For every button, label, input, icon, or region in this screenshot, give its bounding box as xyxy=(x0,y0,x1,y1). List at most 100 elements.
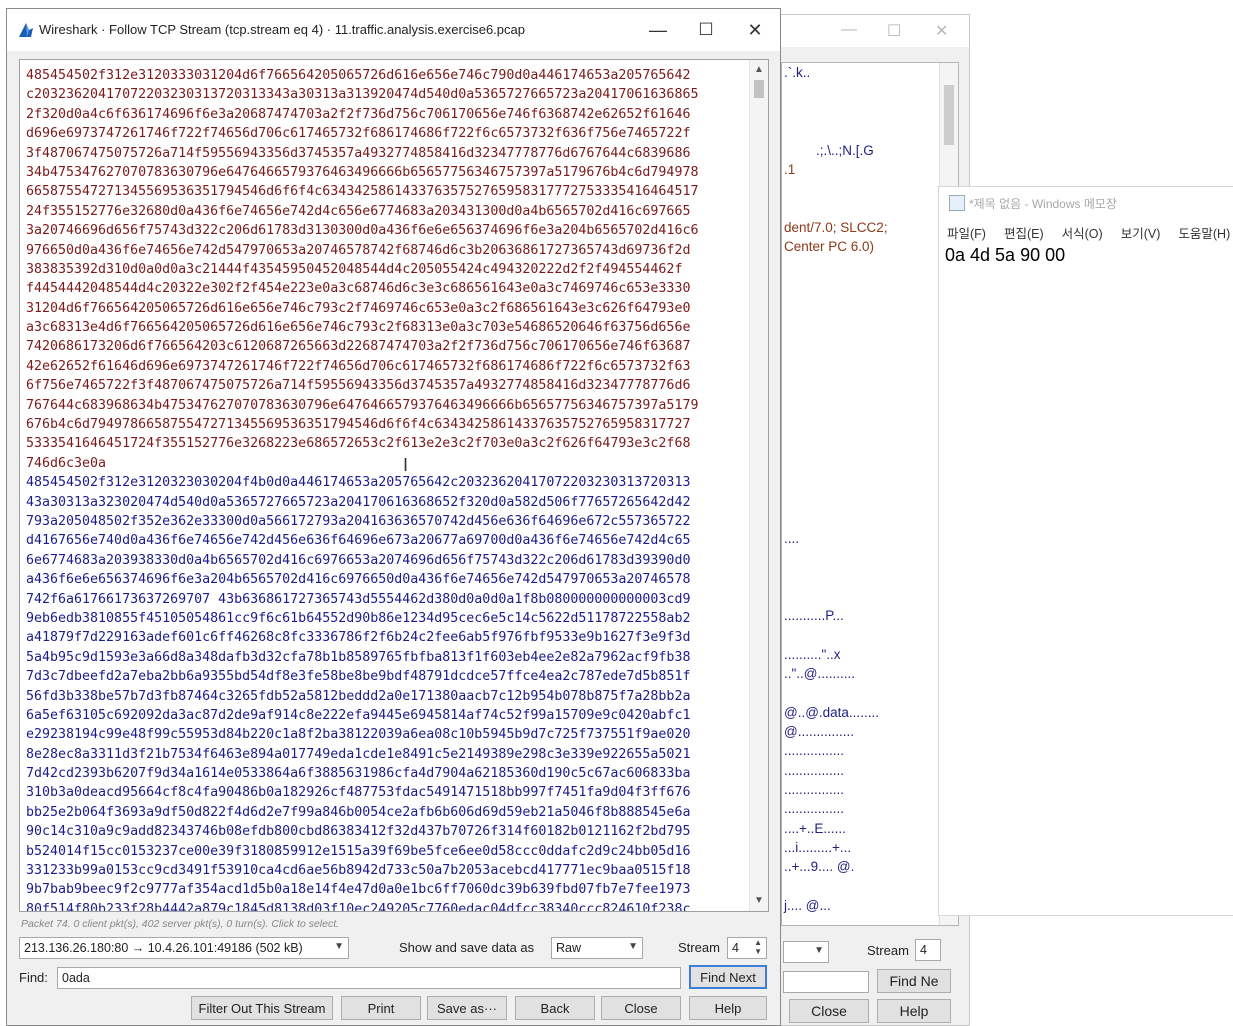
stream-line[interactable]: 7d42cd2393b6207f9d34a1614e0533864a6f3885… xyxy=(26,764,742,783)
wireshark-fin-icon xyxy=(17,22,35,43)
stream-line[interactable]: 7d3c7dbeefd2a7eba2bb6a9355bd54df8e3fe58b… xyxy=(26,667,742,686)
stream-line[interactable]: d696e6973747261746f722f74656d706c6174657… xyxy=(26,124,742,143)
stream-line[interactable]: 5333541646451724f355152776e3268223e68657… xyxy=(26,434,742,453)
bg-text-line: ................ xyxy=(784,801,845,816)
stream-line[interactable]: 331233b99a0153cc9cd3491f53910ca4cd6ae56b… xyxy=(26,861,742,880)
stream-line[interactable]: 34b475347627070783630796e647646657937646… xyxy=(26,163,742,182)
conversation-value: 213.136.26.180:80 → 10.4.26.101:49186 (5… xyxy=(24,941,303,955)
find-next-button[interactable]: Find Next xyxy=(689,965,767,989)
stream-line[interactable]: 90c14c310a9c9add82343746b08efdb800cbd863… xyxy=(26,822,742,841)
menu-edit[interactable]: 편집(E) xyxy=(1004,223,1044,242)
stream-line[interactable]: 976650d0a436f6e74656e742d547970653a20746… xyxy=(26,241,742,260)
help-button[interactable]: Help xyxy=(689,996,767,1020)
stream-line[interactable]: 9eb6edb3810855f45105054861cc9f6c61b64552… xyxy=(26,609,742,628)
bg-stream-text[interactable]: .`.k.. .;.\..;N.[.G .1 dent/7.0; SLCC2; … xyxy=(781,62,959,926)
bg-stream-label: Stream xyxy=(867,943,909,958)
stream-line[interactable]: e29238194c99e48f99c55953d84b220c1a8f2ba3… xyxy=(26,725,742,744)
stream-line[interactable]: 2f320d0a4c6f636174696f6e3a20687474703a2f… xyxy=(26,105,742,124)
stream-line[interactable]: c20323620417072203230313720313343a30313a… xyxy=(26,85,742,104)
stream-line[interactable]: 676b4c6d79497866587554727134556953635179… xyxy=(26,415,742,434)
stream-line[interactable]: 485454502f312e3120323030204f4b0d0a446174… xyxy=(26,473,742,492)
close-window-button[interactable]: ✕ xyxy=(740,15,770,45)
stream-line[interactable]: 8e28ec8a3311d3f21b7534f6463e894a017749ed… xyxy=(26,745,742,764)
stream-line[interactable]: f4454442048544d4c20322e302f2f454e223e0a3… xyxy=(26,279,742,298)
bg-text-line: ..+...9.... @. xyxy=(784,859,855,874)
stream-text[interactable]: 485454502f312e3120333031204d6f7665642050… xyxy=(26,66,742,911)
bg-help-button[interactable]: Help xyxy=(877,999,951,1023)
menu-help[interactable]: 도움말(H) xyxy=(1178,223,1230,242)
stream-line[interactable]: 56fd3b338be57b7d3fb87464c3265fdb52a5812b… xyxy=(26,687,742,706)
stream-spinbox[interactable]: 4 ▲ ▼ xyxy=(727,937,767,959)
filter-out-stream-button[interactable]: Filter Out This Stream xyxy=(191,996,333,1020)
bg-text-line: Center PC 6.0) xyxy=(784,239,875,254)
bg-combo[interactable]: ▼ xyxy=(783,941,829,963)
conversation-select[interactable]: 213.136.26.180:80 → 10.4.26.101:49186 (5… xyxy=(19,937,349,959)
stream-line[interactable]: 9b7bab9beec9f2c9777af354acd1d5b0a18e14f4… xyxy=(26,880,742,899)
notepad-title: *제목 없음 - Windows 메모장 xyxy=(969,197,1117,211)
stream-line[interactable]: a41879f7d229163adef601c6ff46268c8fc33367… xyxy=(26,628,742,647)
stream-line[interactable]: a3c68313e4d6f766564205065726d616e656e746… xyxy=(26,318,742,337)
stream-line[interactable]: 767644c683968634b475347627070783630796e6… xyxy=(26,396,742,415)
stream-line[interactable]: 3f487067475075726a714f59556943356d374535… xyxy=(26,144,742,163)
scroll-up-arrow-icon[interactable]: ▲ xyxy=(750,62,768,78)
bg-text-line: @..@.data........ xyxy=(784,705,879,720)
vertical-scrollbar[interactable]: ▲ ▼ xyxy=(749,60,768,911)
stream-line[interactable]: 383835392d310d0a0d0a3c21444f435459504520… xyxy=(26,260,742,279)
bg-find-next-button[interactable]: Find Ne xyxy=(877,969,951,993)
stream-line[interactable]: 6a5ef63105c692092da3ac87d2de9af914c8e222… xyxy=(26,706,742,725)
find-input[interactable] xyxy=(57,967,681,989)
show-save-value: Raw xyxy=(556,941,582,955)
stream-line[interactable]: 742f6a61766173637269707 43b6368617273657… xyxy=(26,590,742,609)
back-button[interactable]: Back xyxy=(515,996,595,1020)
follow-tcp-stream-dialog: Wireshark · Follow TCP Stream (tcp.strea… xyxy=(6,8,781,1026)
bg-stream-spin[interactable]: 4 xyxy=(915,939,941,961)
menu-view[interactable]: 보기(V) xyxy=(1121,223,1161,242)
bg-scroll-thumb[interactable] xyxy=(944,85,954,145)
bg-close-button[interactable]: ✕ xyxy=(935,21,948,41)
bg-close-dialog-button[interactable]: Close xyxy=(789,999,869,1023)
stream-status[interactable]: Packet 74. 0 client pkt(s), 402 server p… xyxy=(21,918,339,930)
print-button[interactable]: Print xyxy=(341,996,421,1020)
stream-line[interactable]: a436f6e6e656374696f6e3a204b6565702d416c6… xyxy=(26,570,742,589)
stream-line[interactable]: 5a4b95c9d1593e3a66d8a348dafb3d32cfa78b1b… xyxy=(26,648,742,667)
stream-line[interactable]: 6e6774683a203938330d0a4b6565702d416c6976… xyxy=(26,551,742,570)
bg-text-line: .`.k.. xyxy=(784,65,811,80)
menu-file[interactable]: 파일(F) xyxy=(947,223,986,242)
stream-line[interactable]: 43a30313a323020474d540d0a5365727665723a2… xyxy=(26,493,742,512)
stream-number: 4 xyxy=(732,941,739,955)
maximize-button[interactable]: ☐ xyxy=(691,15,721,45)
bg-find-input[interactable] xyxy=(783,971,869,993)
minimize-button[interactable]: — xyxy=(643,15,673,45)
stream-line[interactable]: 3a20746696d656f75743d322c206d61783d31303… xyxy=(26,221,742,240)
spin-arrows-icon[interactable]: ▲ ▼ xyxy=(754,938,762,956)
stream-line[interactable]: 6f756e7465722f3f487067475075726a714f5955… xyxy=(26,376,742,395)
bg-maximize-button[interactable]: ☐ xyxy=(887,21,901,41)
scroll-down-arrow-icon[interactable]: ▼ xyxy=(750,893,768,909)
save-as-button[interactable]: Save as··· xyxy=(427,996,507,1020)
stream-line[interactable]: 665875547271345569536351794546d6f6f4c634… xyxy=(26,182,742,201)
bg-text-line: @............... xyxy=(784,724,854,739)
stream-line[interactable]: 746d6c3e0a xyxy=(26,454,742,473)
stream-line[interactable]: b524014f15cc0153237ce00e39f3180859912e15… xyxy=(26,842,742,861)
stream-line[interactable]: bb25e2b064f3693a9df50d822f4d6d2e7f99a846… xyxy=(26,803,742,822)
stream-line[interactable]: 42e62652f61646d696e6973747261746f722f746… xyxy=(26,357,742,376)
show-save-select[interactable]: Raw ▼ xyxy=(551,937,643,959)
stream-label: Stream xyxy=(678,940,720,955)
notepad-text-area[interactable]: 0a 4d 5a 90 00 xyxy=(945,245,1065,266)
stream-line[interactable]: 485454502f312e3120333031204d6f7665642050… xyxy=(26,66,742,85)
notepad-menubar: 파일(F) 편집(E) 서식(O) 보기(V) 도움말(H) xyxy=(947,223,1230,242)
dialog-title: Wireshark · Follow TCP Stream (tcp.strea… xyxy=(39,22,525,37)
stream-line[interactable]: 793a205048502f352e362e33300d0a566172793a… xyxy=(26,512,742,531)
stream-line[interactable]: 310b3a0deacd95664cf8c4fa90486b0a182926cf… xyxy=(26,783,742,802)
menu-format[interactable]: 서식(O) xyxy=(1062,223,1103,242)
stream-line[interactable]: 7420686173206d6f766564203c6120687265663d… xyxy=(26,337,742,356)
stream-line[interactable]: 24f355152776e32680d0a436f6e74656e742d4c6… xyxy=(26,202,742,221)
close-button[interactable]: Close xyxy=(601,996,681,1020)
bg-minimize-button[interactable]: — xyxy=(841,21,857,39)
stream-line[interactable]: 31204d6f766564205065726d616e656e746c793c… xyxy=(26,299,742,318)
bg-text-line: ....+..E...... xyxy=(784,821,846,836)
scroll-thumb[interactable] xyxy=(754,80,764,98)
stream-content-area[interactable]: 485454502f312e3120333031204d6f7665642050… xyxy=(19,59,769,912)
stream-line[interactable]: d4167656e740d0a436f6e74656e742d456e636f6… xyxy=(26,531,742,550)
stream-line[interactable]: 80f514f80b233f28b4442a879c1845d8138d03f1… xyxy=(26,900,742,911)
